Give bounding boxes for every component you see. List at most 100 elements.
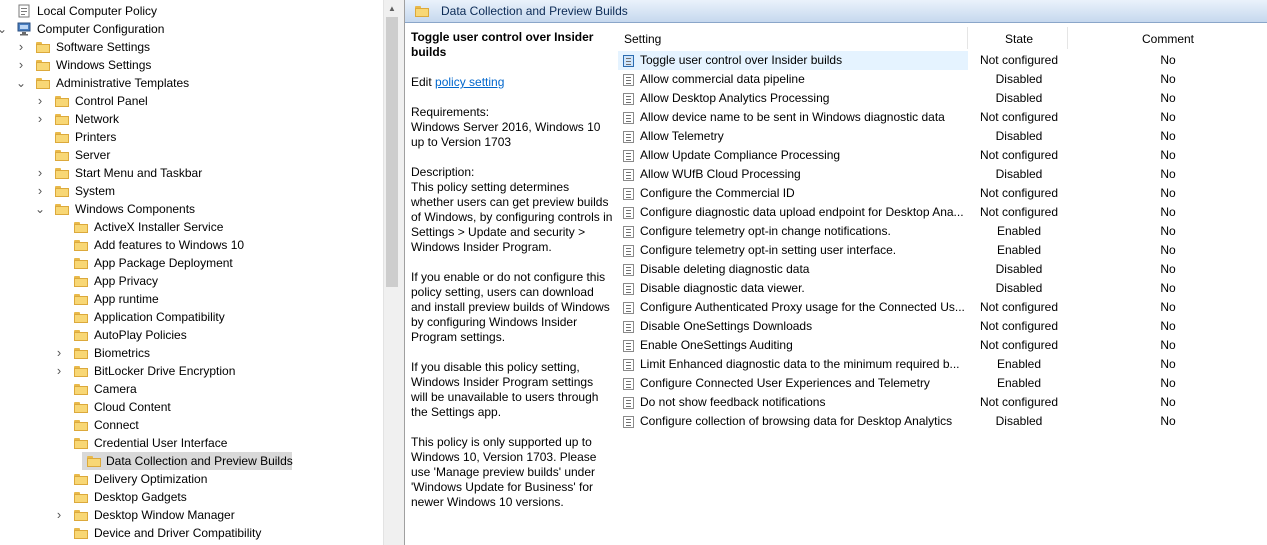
setting-row[interactable]: Allow device name to be sent in Windows … [618,108,1267,127]
tree-item[interactable]: Credential User Interface [0,434,383,452]
setting-name-cell[interactable]: Disable diagnostic data viewer. [618,279,968,298]
tree-item[interactable]: AutoPlay Policies [0,326,383,344]
setting-row[interactable]: Configure Connected User Experiences and… [618,374,1267,393]
chevron-right-icon[interactable]: › [35,110,45,128]
setting-name-cell[interactable]: Allow Desktop Analytics Processing [618,89,968,108]
setting-name-cell[interactable]: Allow WUfB Cloud Processing [618,165,968,184]
details-header-title: Data Collection and Preview Builds [441,4,628,18]
tree-item-label: Device and Driver Compatibility [94,526,262,540]
tree-item[interactable]: › Biometrics [0,344,383,362]
tree-item[interactable]: ⌄ Windows Components [0,200,383,218]
tree-item[interactable]: App Privacy [0,272,383,290]
setting-name-cell[interactable]: Configure the Commercial ID [618,184,968,203]
setting-row[interactable]: Toggle user control over Insider builds N… [618,51,1267,70]
setting-name-cell[interactable]: Enable OneSettings Auditing [618,336,968,355]
setting-name-cell[interactable]: Allow commercial data pipeline [618,70,968,89]
tree-item[interactable]: Cloud Content [0,398,383,416]
tree-item[interactable]: › System [0,182,383,200]
setting-comment: No [1160,414,1176,428]
tree-item[interactable]: › Windows Settings [0,56,383,74]
tree-item[interactable]: App runtime [0,290,383,308]
tree-item[interactable]: App Package Deployment [0,254,383,272]
setting-row[interactable]: Disable OneSettings Downloads Not configu… [618,317,1267,336]
tree-item[interactable]: ⌄ Computer Configuration [0,20,383,38]
tree-item[interactable]: Desktop Gadgets [0,488,383,506]
tree-item[interactable]: Printers [0,128,383,146]
chevron-right-icon[interactable]: › [35,164,45,182]
tree-item[interactable]: Server [0,146,383,164]
tree-item[interactable]: Add features to Windows 10 [0,236,383,254]
setting-row[interactable]: Configure telemetry opt-in setting user … [618,241,1267,260]
setting-row[interactable]: Configure the Commercial ID Not configure… [618,184,1267,203]
tree-item-label: Printers [75,130,117,144]
tree-item[interactable]: › Software Settings [0,38,383,56]
chevron-right-icon[interactable]: › [54,506,64,524]
setting-name-cell[interactable]: Configure telemetry opt-in setting user … [618,241,968,260]
setting-row[interactable]: Configure telemetry opt-in change notifi… [618,222,1267,241]
column-header-state[interactable]: State [969,27,1069,51]
chevron-right-icon[interactable]: › [54,362,64,380]
setting-row[interactable]: Do not show feedback notifications Not co… [618,393,1267,412]
tree-item[interactable]: Camera [0,380,383,398]
tree-item[interactable]: Data Collection and Preview Builds [82,452,293,470]
tree-item[interactable]: ActiveX Installer Service [0,218,383,236]
scroll-up-arrow-icon[interactable]: ▲ [384,0,400,17]
setting-row[interactable]: Allow WUfB Cloud Processing Disabled No [618,165,1267,184]
setting-row[interactable]: Enable OneSettings Auditing Not configure… [618,336,1267,355]
scroll-thumb[interactable] [386,17,398,287]
setting-name-cell[interactable]: Disable deleting diagnostic data [618,260,968,279]
tree-item[interactable]: Application Compatibility [0,308,383,326]
chevron-right-icon[interactable]: › [35,92,45,110]
navigation-tree[interactable]: Local Computer Policy ⌄ Computer Configura… [0,0,383,545]
tree-item[interactable]: › Network [0,110,383,128]
setting-row[interactable]: Configure diagnostic data upload endpoin… [618,203,1267,222]
setting-name-cell[interactable]: Allow Telemetry [618,127,968,146]
policy-setting-icon [623,245,634,257]
policy-setting-icon [623,340,634,352]
tree-item[interactable]: › Desktop Window Manager [0,506,383,524]
chevron-down-icon[interactable]: ⌄ [35,200,45,218]
tree-item[interactable]: ⌄ Administrative Templates [0,74,383,92]
chevron-down-icon[interactable]: ⌄ [0,20,7,38]
setting-name-cell[interactable]: Do not show feedback notifications [618,393,968,412]
setting-row[interactable]: Disable deleting diagnostic data Disabled… [618,260,1267,279]
setting-row[interactable]: Configure Authenticated Proxy usage for … [618,298,1267,317]
tree-item[interactable]: Delivery Optimization [0,470,383,488]
setting-row[interactable]: Allow commercial data pipeline Disabled No [618,70,1267,89]
edit-policy-setting-link[interactable]: policy setting [435,75,504,89]
tree-item[interactable]: › Control Panel [0,92,383,110]
tree-item[interactable]: › Start Menu and Taskbar [0,164,383,182]
tree-item[interactable]: Connect [0,416,383,434]
setting-name-cell[interactable]: Configure diagnostic data upload endpoin… [618,203,968,222]
column-divider[interactable] [967,27,968,49]
requirements-label: Requirements: [411,105,490,119]
setting-name-cell[interactable]: Toggle user control over Insider builds [618,51,968,70]
setting-name-cell[interactable]: Configure telemetry opt-in change notifi… [618,222,968,241]
setting-name-cell[interactable]: Configure Connected User Experiences and… [618,374,968,393]
setting-row[interactable]: Configure collection of browsing data fo… [618,412,1267,431]
chevron-right-icon[interactable]: › [54,344,64,362]
column-header-comment[interactable]: Comment [1069,27,1267,51]
setting-row[interactable]: Limit Enhanced diagnostic data to the mi… [618,355,1267,374]
setting-row[interactable]: Allow Telemetry Disabled No [618,127,1267,146]
setting-name-cell[interactable]: Allow Update Compliance Processing [618,146,968,165]
chevron-right-icon[interactable]: › [16,56,26,74]
chevron-down-icon[interactable]: ⌄ [16,74,26,92]
tree-item[interactable]: › BitLocker Drive Encryption [0,362,383,380]
column-header-setting[interactable]: Setting [624,27,661,51]
setting-name-cell[interactable]: Configure Authenticated Proxy usage for … [618,298,968,317]
setting-row[interactable]: Disable diagnostic data viewer. Disabled N… [618,279,1267,298]
setting-name-cell[interactable]: Configure collection of browsing data fo… [618,412,968,431]
tree-scrollbar[interactable]: ▲ [383,0,400,545]
tree-item[interactable]: Local Computer Policy [0,2,383,20]
chevron-right-icon[interactable]: › [35,182,45,200]
setting-row[interactable]: Allow Update Compliance Processing Not co… [618,146,1267,165]
chevron-right-icon[interactable]: › [16,38,26,56]
setting-row[interactable]: Allow Desktop Analytics Processing Disabl… [618,89,1267,108]
setting-name-cell[interactable]: Allow device name to be sent in Windows … [618,108,968,127]
setting-name-cell[interactable]: Disable OneSettings Downloads [618,317,968,336]
setting-name: Allow Desktop Analytics Processing [640,91,830,105]
setting-name-cell[interactable]: Limit Enhanced diagnostic data to the mi… [618,355,968,374]
column-divider[interactable] [1067,27,1068,49]
tree-item[interactable]: Device and Driver Compatibility [0,524,383,542]
